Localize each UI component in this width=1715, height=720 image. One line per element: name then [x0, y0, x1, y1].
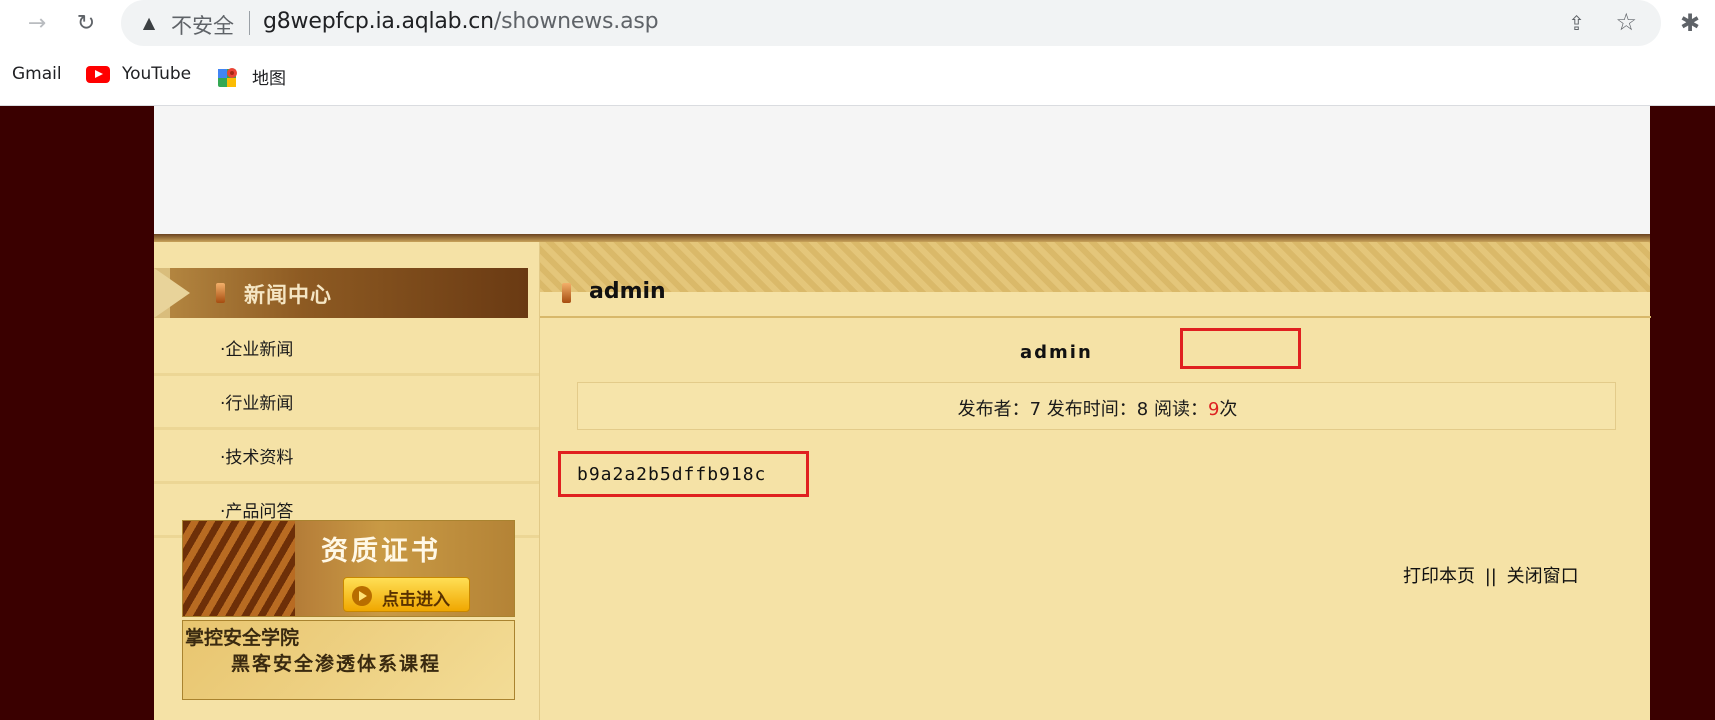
header-bullet-icon — [216, 283, 225, 303]
sidebar: 新闻中心 ·企业新闻 ·行业新闻 ·技术资料 ·产品问答 资质证书 点击进入 掌… — [154, 242, 539, 720]
reload-icon[interactable]: ↻ — [71, 8, 101, 38]
bookmark-maps[interactable]: 地图 — [217, 64, 286, 89]
bookmark-label: 地图 — [252, 69, 286, 89]
bookmark-label: YouTube — [122, 64, 192, 84]
read-count: 9 — [1207, 399, 1220, 420]
bookmark-gmail[interactable]: Gmail — [12, 64, 62, 84]
article-actions: 打印本页 || 关闭窗口 — [1403, 562, 1579, 588]
bookmark-star-icon[interactable]: ☆ — [1615, 8, 1637, 36]
main-content: admin admin 发布者：7 发布时间：8 阅读：9次 b9a2a2b5d… — [539, 242, 1651, 720]
extensions-puzzle-icon[interactable]: ✱ — [1680, 9, 1700, 37]
address-divider — [249, 11, 250, 35]
sidebar-item-company-news[interactable]: ·企业新闻 — [154, 322, 539, 376]
publisher-label: 发布者： — [957, 399, 1030, 420]
forward-arrow-icon[interactable]: → — [22, 8, 52, 38]
certificate-banner[interactable]: 资质证书 点击进入 — [182, 520, 515, 617]
youtube-icon — [86, 65, 110, 83]
sidebar-item-industry-news[interactable]: ·行业新闻 — [154, 376, 539, 430]
highlight-box-title — [1180, 328, 1301, 369]
enter-button-label: 点击进入 — [382, 590, 450, 610]
browser-toolbar: → ↻ ▲ 不安全 g8wepfcp.ia.aqlab.cn/shownews.… — [0, 0, 1715, 46]
time-label: 发布时间： — [1046, 399, 1137, 420]
section-title: admin — [589, 279, 666, 304]
sidebar-item-label[interactable]: ·产品问答 — [220, 497, 293, 522]
warning-icon[interactable]: ▲ — [139, 12, 159, 32]
bookmark-youtube[interactable]: YouTube — [86, 64, 191, 84]
publisher-value: 7 — [1029, 399, 1042, 420]
main-header: admin — [540, 268, 1651, 318]
article-title: admin — [1020, 342, 1093, 363]
school-title: 掌控安全学院 — [185, 627, 300, 649]
url-path[interactable]: /shownews.asp — [494, 9, 659, 34]
read-label: 阅读： — [1153, 399, 1208, 420]
sidebar-item-tech-docs[interactable]: ·技术资料 — [154, 430, 539, 484]
maps-pin-icon — [218, 67, 237, 87]
play-icon — [352, 586, 372, 606]
sidebar-item-label[interactable]: ·行业新闻 — [220, 389, 293, 414]
header-bullet-icon — [562, 283, 571, 303]
site-container: 新闻中心 ·企业新闻 ·行业新闻 ·技术资料 ·产品问答 资质证书 点击进入 掌… — [154, 106, 1651, 720]
sidebar-item-label[interactable]: ·技术资料 — [220, 443, 293, 468]
article-meta: 发布者：7 发布时间：8 阅读：9次 — [578, 395, 1617, 421]
school-banner[interactable]: 掌控安全学院 黑客安全渗透体系课程 — [182, 620, 515, 700]
banner-edge — [154, 234, 1650, 242]
certificate-title: 资质证书 — [321, 536, 441, 567]
url-text[interactable]: g8wepfcp.ia.aqlab.cn/shownews.asp — [263, 9, 659, 34]
site-banner — [154, 106, 1650, 234]
time-value: 8 — [1136, 399, 1149, 420]
sidebar-title: 新闻中心 — [244, 283, 332, 307]
header-arrow-icon — [154, 268, 190, 318]
school-subtitle: 黑客安全渗透体系课程 — [231, 653, 442, 675]
action-separator: || — [1484, 566, 1497, 587]
bookmark-label: Gmail — [12, 64, 62, 84]
highlight-box-content — [558, 451, 809, 497]
address-bar[interactable]: ▲ 不安全 g8wepfcp.ia.aqlab.cn/shownews.asp … — [121, 0, 1661, 46]
print-link[interactable]: 打印本页 — [1403, 566, 1475, 587]
sidebar-header: 新闻中心 — [154, 268, 528, 318]
sidebar-item-label[interactable]: ·企业新闻 — [220, 335, 293, 360]
close-window-link[interactable]: 关闭窗口 — [1507, 566, 1579, 587]
read-suffix: 次 — [1219, 399, 1238, 420]
url-host[interactable]: g8wepfcp.ia.aqlab.cn — [263, 9, 494, 34]
share-icon[interactable]: ⇪ — [1568, 11, 1585, 35]
insecure-label[interactable]: 不安全 — [171, 10, 234, 40]
article-meta-box: 发布者：7 发布时间：8 阅读：9次 — [577, 382, 1616, 430]
wood-image — [183, 521, 295, 616]
enter-button[interactable]: 点击进入 — [343, 577, 470, 612]
page-viewport: 新闻中心 ·企业新闻 ·行业新闻 ·技术资料 ·产品问答 资质证书 点击进入 掌… — [0, 106, 1715, 720]
